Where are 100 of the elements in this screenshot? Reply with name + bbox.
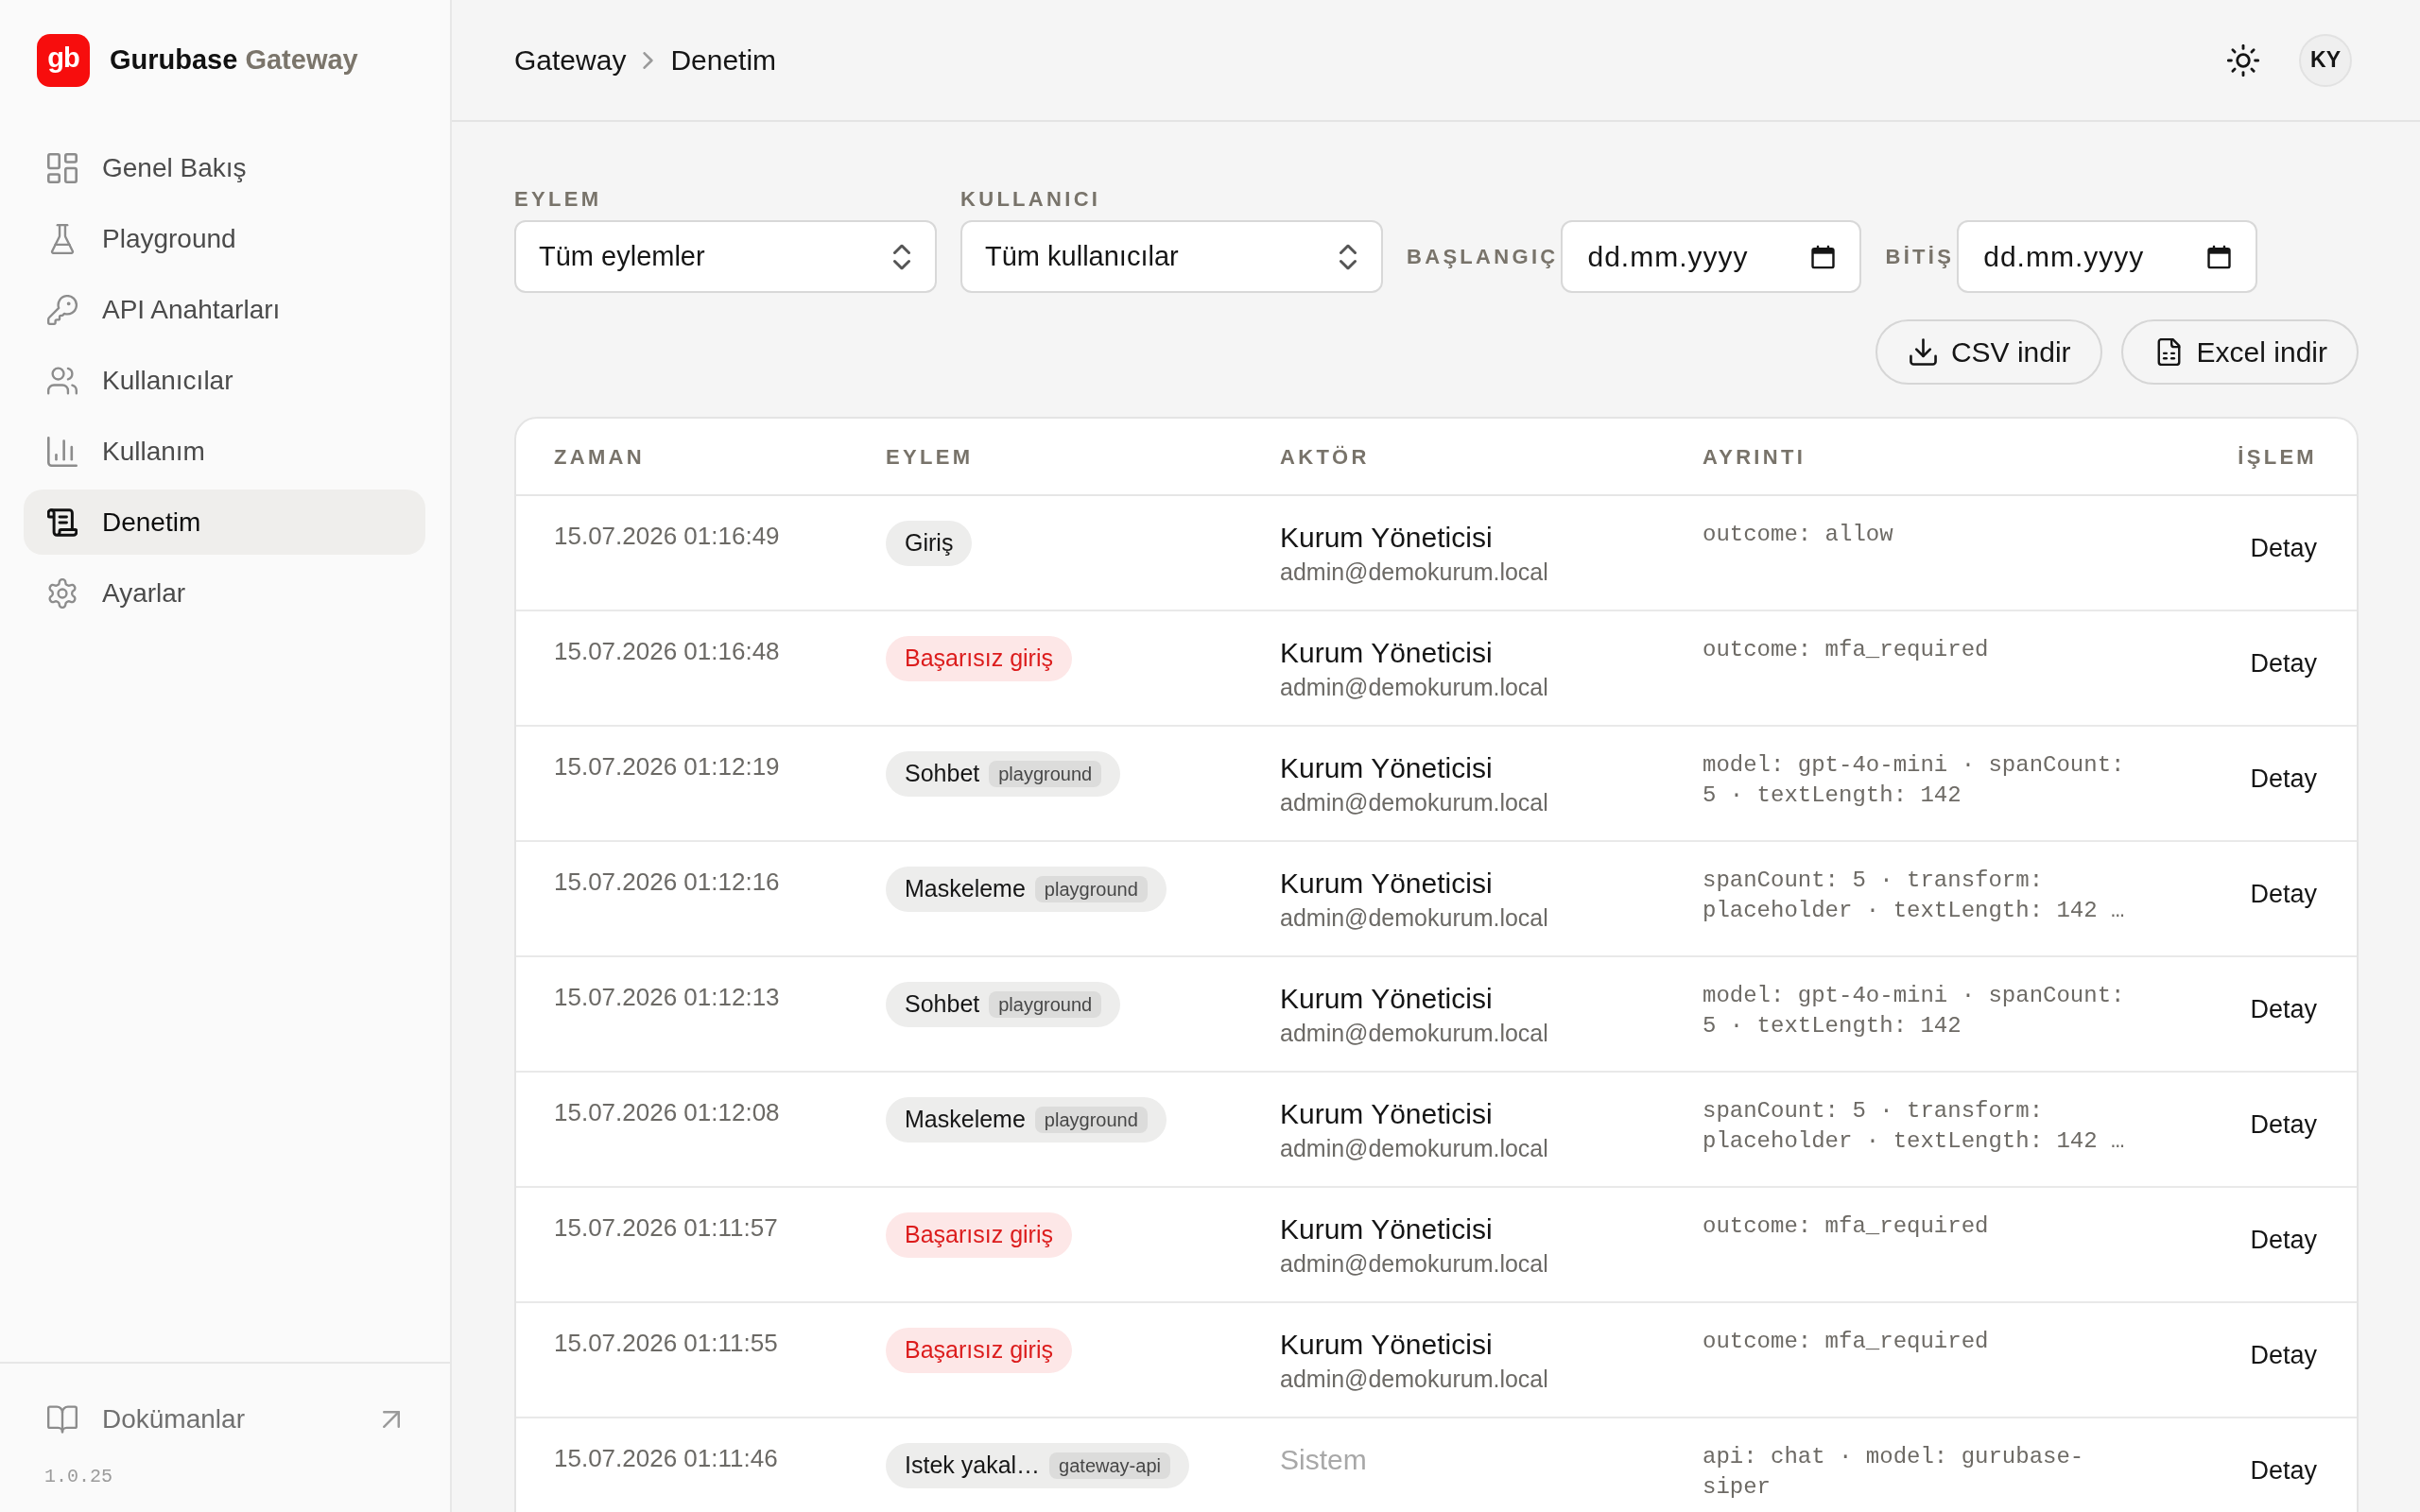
detail-link[interactable]: Detay [2238,758,2328,799]
column-header: EYLEM [886,444,974,469]
chevron-right-icon [643,51,654,69]
detail-text: spanCount: 5 · transform: placeholder · textLength: 142 … [1703,1097,2126,1156]
breadcrumb-link[interactable]: Gateway [514,39,627,81]
nav-item[interactable]: Kullanıcılar [24,348,425,413]
nav-item[interactable]: Playground [24,206,425,271]
brand-logo: gb [37,34,90,87]
detail-text: model: gpt-4o-mini · spanCount: 5 · textLength: 142 [1703,751,2126,810]
users-icon [47,365,78,396]
field-label: KULLANICI [960,187,1102,212]
nav-item[interactable]: Ayarlar [24,560,425,626]
detail-text: spanCount: 5 · transform: placeholder · textLength: 142 … [1703,867,2126,925]
filter-select[interactable]: Tüm eylemler [514,220,937,293]
nav-item[interactable]: Genel Bakış [24,135,425,200]
docs-link[interactable]: Dokümanlar [44,1391,400,1448]
source-tag: playground [1034,876,1148,902]
timestamp-text: 15.07.2026 01:12:13 [554,982,781,1013]
brand-name: Gurubase Gateway [110,43,358,77]
detail-link[interactable]: Detay [2238,988,2328,1029]
timestamp-text: 15.07.2026 01:16:48 [554,636,781,667]
actor-email: admin@demokurum.local [1280,673,1549,702]
nav-item[interactable]: API Anahtarları [24,277,425,342]
source-tag: playground [989,991,1102,1018]
detail-text: model: gpt-4o-mini · spanCount: 5 · textLength: 142 [1703,982,2126,1040]
actor-email: admin@demokurum.local [1280,903,1549,933]
action-label: Sohbet [905,989,980,1020]
actor-email: admin@demokurum.local [1280,788,1549,817]
action-label: Maskeleme [905,1105,1026,1135]
column-header: AKTÖR [1280,444,1370,469]
detail-link[interactable]: Detay [2238,1450,2328,1490]
action-label: Giriş [905,528,954,558]
source-tag: gateway-api [1049,1452,1170,1479]
detail-link[interactable]: Detay [2238,1334,2328,1375]
filter-select[interactable]: Tüm kullanıcılar [960,220,1383,293]
user-avatar[interactable]: KY [2299,33,2352,87]
actor-email: admin@demokurum.local [1280,558,1549,587]
date-input[interactable]: dd.mm.yyyy [1561,220,1862,293]
actor-email: admin@demokurum.local [1280,1134,1549,1163]
action-label: Sohbet [905,759,980,789]
version-text: 1.0.25 [44,1466,113,1488]
calendar-icon[interactable] [1811,245,1836,268]
detail-link[interactable]: Detay [2238,873,2328,914]
timestamp-text: 15.07.2026 01:12:19 [554,751,781,782]
field-label: EYLEM [514,187,603,212]
actor-name: Kurum Yöneticisi [1280,636,1494,670]
gear-icon [47,577,78,609]
actor-name: Kurum Yöneticisi [1280,1212,1494,1246]
detail-text: outcome: mfa_required [1703,636,1990,664]
actor-name: Kurum Yöneticisi [1280,521,1494,555]
column-header: İŞLEM [2238,444,2317,469]
column-header: ZAMAN [554,444,645,469]
timestamp-text: 15.07.2026 01:11:55 [554,1328,779,1359]
breadcrumb-current: Denetim [670,43,777,77]
action-label: Maskeleme [905,874,1026,904]
csv-download-button[interactable]: CSV indir [1875,319,2102,385]
actor-name: Kurum Yöneticisi [1280,867,1494,901]
sun-icon[interactable] [2227,43,2259,77]
actor-name: Sistem [1280,1443,1368,1477]
actor-name: Kurum Yöneticisi [1280,1328,1494,1362]
detail-link[interactable]: Detay [2238,527,2328,568]
calendar-icon[interactable] [2207,245,2232,268]
column-header: AYRINTI [1703,444,1806,469]
source-tag: playground [989,761,1102,787]
bar-chart-icon [47,436,78,467]
excel-download-button[interactable]: Excel indir [2120,319,2359,385]
timestamp-text: 15.07.2026 01:12:08 [554,1097,781,1128]
detail-text: outcome: allow [1703,521,1894,549]
action-label: Başarısız giriş [905,644,1053,674]
key-icon [47,294,78,325]
action-label: Başarısız giriş [905,1220,1053,1250]
actor-name: Kurum Yöneticisi [1280,982,1494,1016]
field-label: BİTİŞ [1885,244,1955,269]
detail-link[interactable]: Detay [2238,1104,2328,1144]
download-icon [1909,338,1937,366]
date-input[interactable]: dd.mm.yyyy [1957,220,2258,293]
timestamp-text: 15.07.2026 01:12:16 [554,867,781,898]
field-label: BAŞLANGIÇ [1407,244,1559,269]
detail-link[interactable]: Detay [2238,643,2328,683]
action-label: Istek yakal… [905,1451,1041,1481]
timestamp-text: 15.07.2026 01:11:57 [554,1212,779,1244]
actor-name: Kurum Yöneticisi [1280,751,1494,785]
source-tag: playground [1034,1107,1148,1133]
book-icon [47,1404,78,1435]
dashboard-icon [47,152,78,183]
timestamp-text: 15.07.2026 01:11:46 [554,1443,779,1474]
detail-text: outcome: mfa_required [1703,1212,1990,1241]
detail-text: api: chat · model: gurubase-siper [1703,1443,2085,1502]
actor-email: admin@demokurum.local [1280,1365,1549,1394]
detail-text: outcome: mfa_required [1703,1328,1990,1356]
action-label: Başarısız giriş [905,1335,1053,1366]
external-arrow-icon [383,1411,400,1428]
actor-email: admin@demokurum.local [1280,1249,1549,1279]
chevrons-up-down-icon [893,244,910,269]
nav-item[interactable]: Kullanım [24,419,425,484]
detail-link[interactable]: Detay [2238,1219,2328,1260]
nav-item[interactable]: Denetim [24,490,425,555]
chevrons-up-down-icon [1340,244,1357,269]
actor-email: admin@demokurum.local [1280,1019,1549,1048]
actor-name: Kurum Yöneticisi [1280,1097,1494,1131]
